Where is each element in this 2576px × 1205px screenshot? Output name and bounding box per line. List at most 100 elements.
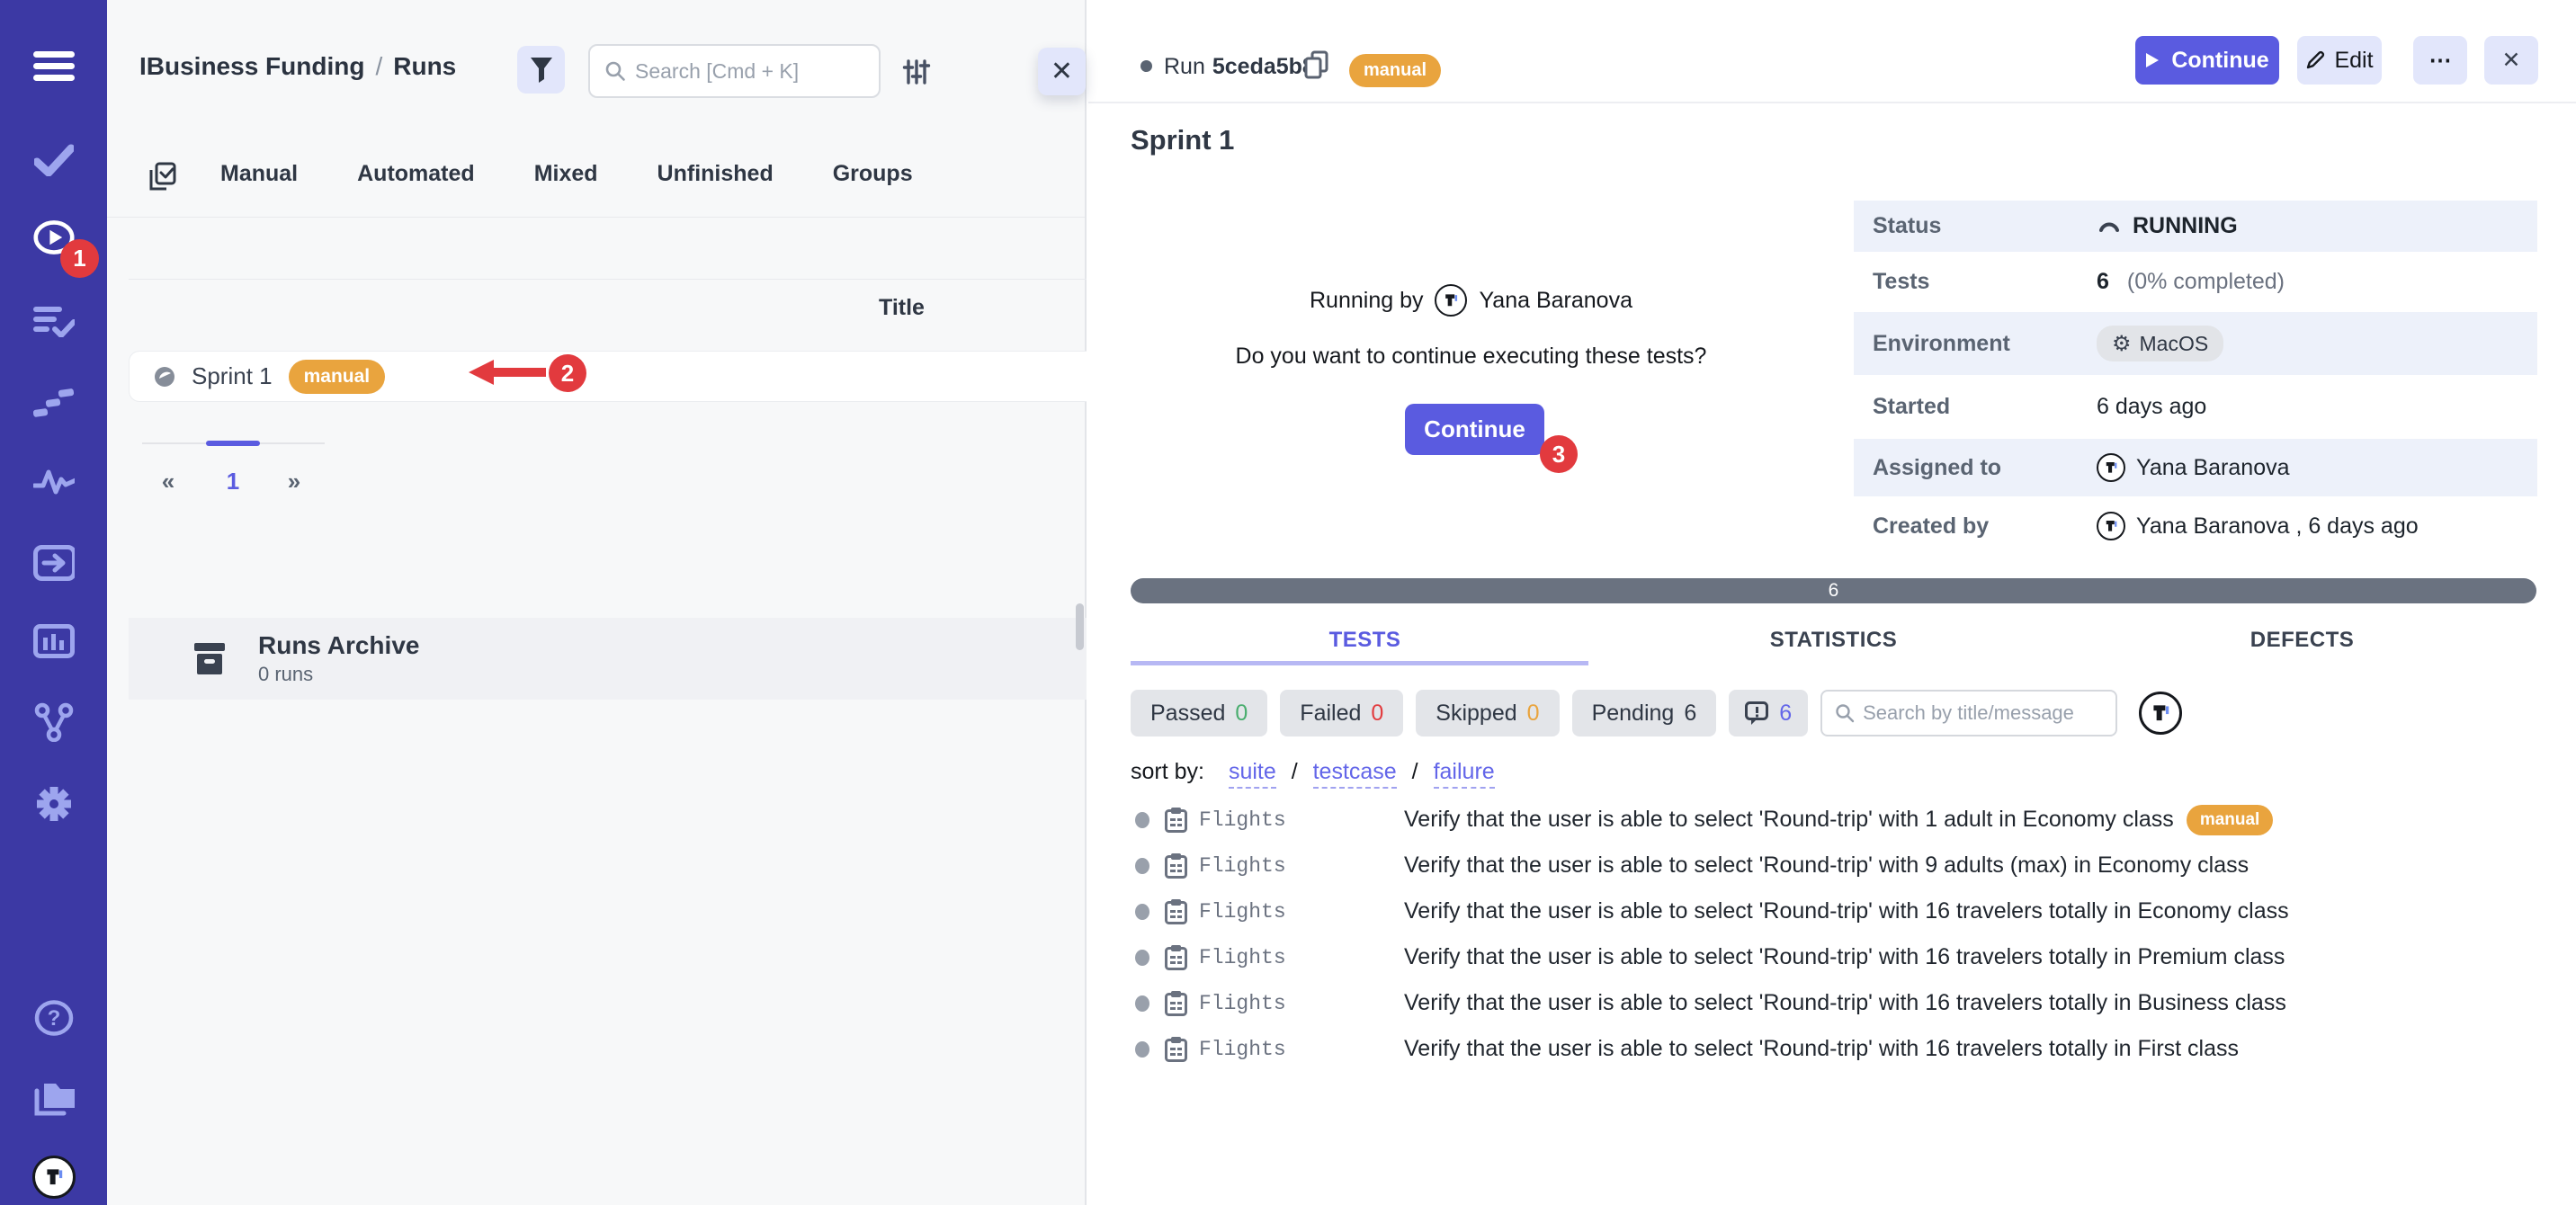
pencil-icon [2305,50,2325,70]
assignee-avatar[interactable] [2139,692,2182,735]
profile-avatar[interactable] [33,1156,75,1198]
pagination-page-1[interactable]: 1 [215,468,251,495]
run-id: 5ceda5b8 [1212,54,1315,79]
continue-question: Do you want to continue executing these … [1088,344,1854,370]
tests-search[interactable] [1820,690,2117,736]
test-title: Verify that the user is able to select '… [1404,944,2285,970]
clipboard-icon [1165,852,1187,879]
sort-by-testcase[interactable]: testcase [1313,759,1397,789]
filter-skipped[interactable]: Skipped 0 [1416,690,1559,736]
active-tab-underline [1131,661,1588,665]
help-question-icon[interactable]: ? [33,997,75,1039]
play-icon [2145,52,2160,68]
filter-button[interactable] [517,46,565,94]
sort-separator: / [1412,759,1418,784]
runs-search-input[interactable] [635,59,860,84]
test-status-dot [1135,904,1149,920]
run-detail-tabs: TESTS STATISTICS DEFECTS [1131,628,2536,653]
tab-automated[interactable]: Automated [357,161,475,187]
filter-failed[interactable]: Failed 0 [1280,690,1403,736]
run-progress-fill [206,441,260,446]
test-suite: Flights [1199,854,1404,878]
run-list-row-sprint1[interactable]: Sprint 1 manual [129,351,1087,402]
edit-label: Edit [2334,48,2373,74]
run-id-label: Run5ceda5b8 [1164,54,1315,80]
import-box-arrow-icon[interactable] [33,542,75,584]
tab-unfinished[interactable]: Unfinished [657,161,774,187]
settings-gear-icon[interactable] [33,783,75,825]
continue-label: Continue [2171,48,2268,74]
tab-statistics[interactable]: STATISTICS [1599,628,2068,653]
test-status-dot [1135,1041,1149,1058]
test-title: Verify that the user is able to select '… [1404,852,2249,879]
test-row[interactable]: Flights Verify that the user is able to … [1131,980,2311,1026]
panel-close-button[interactable]: ✕ [1038,48,1086,95]
user-avatar [1435,284,1467,317]
tab-manual[interactable]: Manual [220,161,298,187]
projects-folders-icon[interactable] [33,1077,75,1119]
spinner-icon [2097,216,2122,237]
scrollbar-thumb[interactable] [1076,603,1084,650]
filter-passed[interactable]: Passed 0 [1131,690,1267,736]
milestones-steps-icon[interactable] [33,381,75,423]
tab-groups[interactable]: Groups [833,161,913,187]
test-row[interactable]: Flights Verify that the user is able to … [1131,1026,2311,1072]
tab-tests[interactable]: TESTS [1131,628,1599,653]
run-details-table: Status RUNNING Tests 6(0% completed) Env… [1854,201,2537,556]
divider [107,217,1085,218]
sort-by-failure[interactable]: failure [1434,759,1495,789]
continue-button-header[interactable]: Continue [2135,36,2279,85]
filter-pending[interactable]: Pending 6 [1572,690,1717,736]
test-row[interactable]: Flights Verify that the user is able to … [1131,843,2311,888]
edit-button[interactable]: Edit [2297,36,2382,85]
pagination-prev[interactable]: « [150,468,186,495]
filter-label: Failed [1300,701,1361,727]
run-status-icon [153,365,176,388]
pulse-activity-icon[interactable] [33,461,75,503]
pagination-next[interactable]: » [276,468,312,495]
analytics-bar-chart-icon[interactable] [33,620,75,662]
close-detail-button[interactable]: ✕ [2484,36,2538,85]
plans-list-check-icon[interactable] [33,300,75,342]
test-suite: Flights [1199,992,1404,1015]
test-row[interactable]: Flights Verify that the user is able to … [1131,934,2311,980]
search-icon [604,60,626,82]
breadcrumb-project[interactable]: IBusiness Funding [139,52,364,80]
test-row[interactable]: Flights Verify that the user is able to … [1131,797,2311,843]
sort-by-suite[interactable]: suite [1229,759,1276,789]
user-avatar [2097,512,2125,540]
annotation-arrow-2 [469,360,546,385]
runs-archive-row[interactable]: Runs Archive 0 runs [129,618,1087,700]
filter-count: 6 [1779,701,1792,727]
test-row[interactable]: Flights Verify that the user is able to … [1131,888,2311,934]
test-status-dot [1135,995,1149,1012]
environment-chip[interactable]: ⚙ MacOS [2097,326,2223,362]
progress-count: 6 [1829,580,1839,601]
detail-label: Created by [1854,513,2097,540]
continue-button-main[interactable]: Continue [1405,404,1544,455]
filter-comments[interactable]: 6 [1729,690,1808,736]
copy-icon[interactable] [1304,50,1329,79]
detail-row-created: Created by Yana Baranova , 6 days ago [1854,496,2537,556]
archive-icon [193,642,226,676]
tab-mixed[interactable]: Mixed [534,161,598,187]
menu-icon[interactable] [33,46,75,87]
more-button[interactable]: ⋯ [2413,36,2467,85]
svg-text:?: ? [48,1006,61,1031]
view-settings-button[interactable] [900,56,933,88]
run-detail-header: Run5ceda5b8 manual Continue Edit ⋯ [1088,0,2576,103]
detail-label: Started [1854,394,2097,420]
table-title-header: Title [879,295,925,321]
select-runs-icon[interactable] [149,162,176,191]
detail-row-status: Status RUNNING [1854,201,2537,252]
branches-icon[interactable] [33,701,75,743]
tab-defects[interactable]: DEFECTS [2068,628,2536,653]
user-avatar [2097,453,2125,482]
filter-count: 0 [1371,701,1383,727]
detail-label: Assigned to [1854,455,2097,481]
funnel-icon [530,57,553,84]
tests-search-input[interactable] [1863,701,2106,725]
runs-search[interactable] [588,44,881,98]
test-title: Verify that the user is able to select '… [1404,1036,2239,1062]
tests-check-icon[interactable] [33,139,75,181]
